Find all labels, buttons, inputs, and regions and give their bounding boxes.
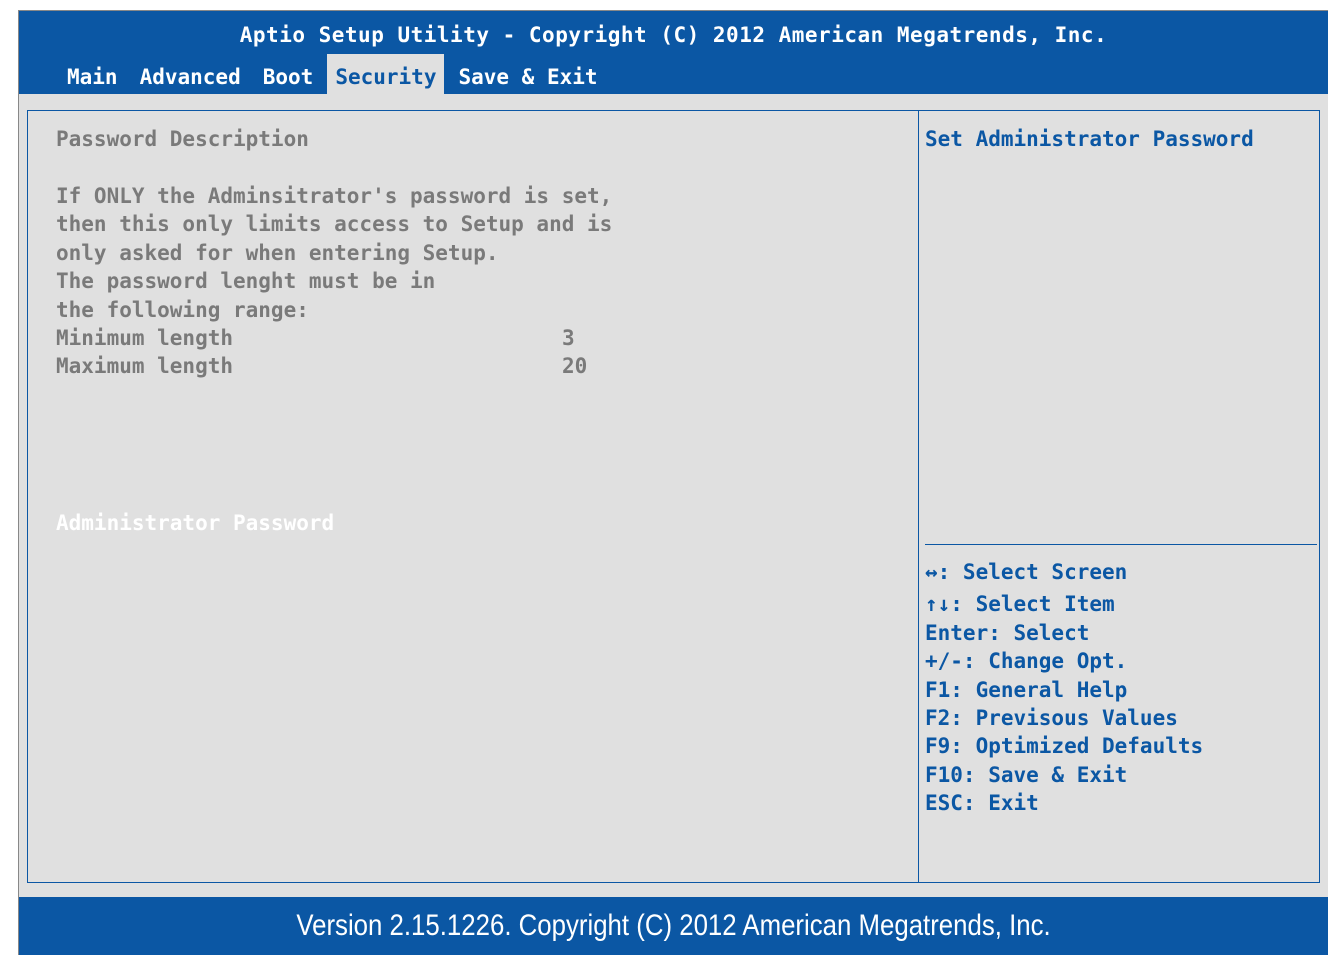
help-panel: Set Administrator Password ↔: Select Scr… [918, 110, 1320, 883]
key-hint-change-opt: +/-: Change Opt. [925, 649, 1128, 673]
version-text: Version 2.15.1226. Copyright (C) 2012 Am… [296, 909, 1051, 942]
key-hint-f10: F10: Save & Exit [925, 763, 1128, 787]
description-line: the following range: [56, 298, 309, 322]
key-hint-enter: Enter: Select [925, 621, 1090, 645]
description-line: then this only limits access to Setup an… [56, 212, 613, 236]
max-length-value: 20 [562, 354, 588, 378]
tab-boot[interactable]: Boot [255, 54, 322, 94]
min-length-label: Minimum length [56, 326, 234, 350]
help-divider [925, 544, 1317, 545]
administrator-password-item[interactable]: Administrator Password [56, 511, 334, 535]
tab-advanced[interactable]: Advanced [132, 54, 249, 94]
tab-save-exit[interactable]: Save & Exit [450, 54, 605, 94]
description-line: If ONLY the Adminsitrator's password is … [56, 184, 613, 208]
help-title: Set Administrator Password [925, 127, 1254, 151]
key-hint-f9: F9: Optimized Defaults [925, 734, 1204, 758]
settings-panel: Password Description If ONLY the Adminsi… [27, 110, 919, 883]
description-line: The password lenght must be in [56, 269, 436, 293]
header-bar: Aptio Setup Utility - Copyright (C) 2012… [19, 11, 1328, 94]
tab-security[interactable]: Security [327, 54, 445, 94]
key-hint-f1: F1: General Help [925, 678, 1128, 702]
min-length-value: 3 [562, 326, 575, 350]
key-hint-select-screen: ↔: Select Screen [925, 560, 1128, 584]
key-hint-esc: ESC: Exit [925, 791, 1039, 815]
section-title: Password Description [56, 127, 309, 151]
description-line: only asked for when entering Setup. [56, 241, 499, 265]
tab-bar: Main Advanced Boot Security Save & Exit [59, 54, 612, 94]
key-hint-select-item: ↑↓: Select Item [925, 592, 1115, 616]
footer-bar: Version 2.15.1226. Copyright (C) 2012 Am… [19, 897, 1328, 955]
app-title: Aptio Setup Utility - Copyright (C) 2012… [239, 23, 1108, 47]
max-length-label: Maximum length [56, 354, 234, 378]
tab-main[interactable]: Main [59, 54, 126, 94]
bios-window: Aptio Setup Utility - Copyright (C) 2012… [18, 10, 1328, 955]
key-hint-f2: F2: Previsous Values [925, 706, 1178, 730]
